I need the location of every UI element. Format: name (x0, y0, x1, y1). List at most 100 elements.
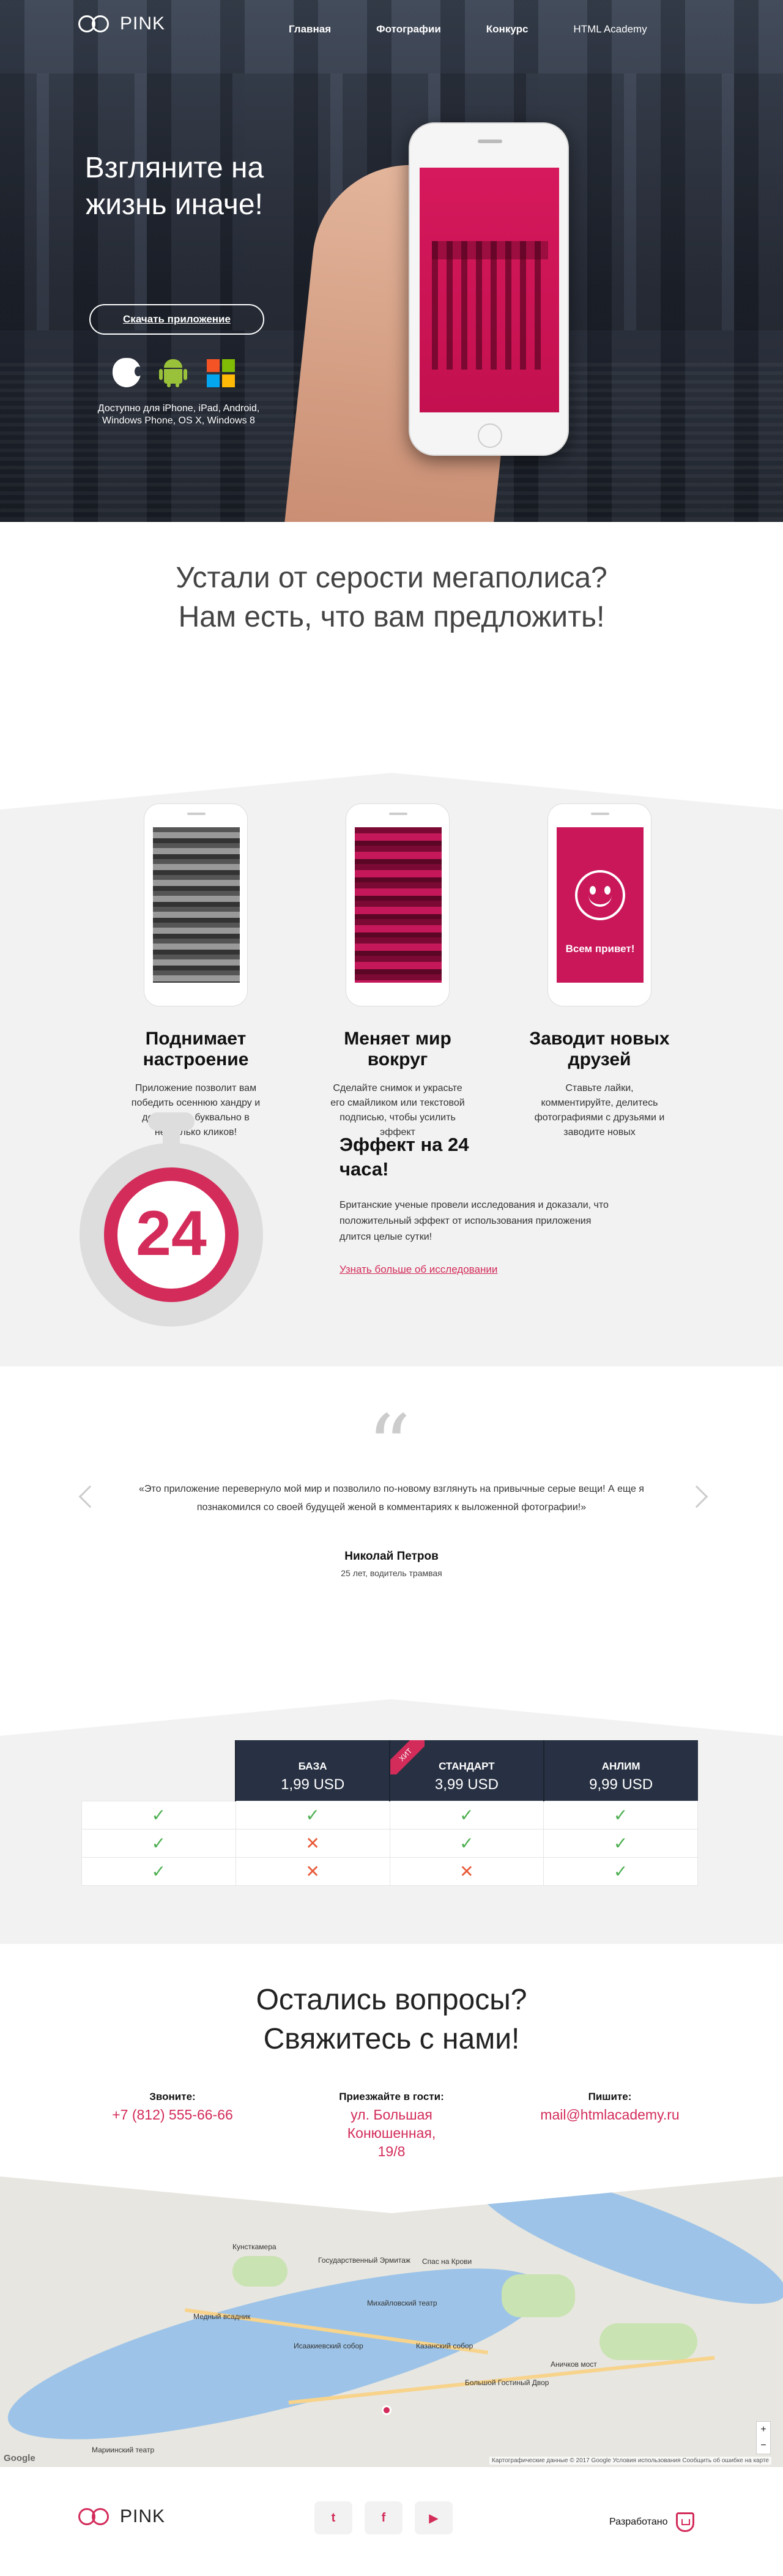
twitter-icon[interactable]: t (314, 2501, 352, 2534)
platform-icons (113, 358, 235, 387)
phone-link[interactable]: +7 (812) 555-66-66 (75, 2105, 270, 2124)
reviewer-name: Николай Петров (344, 1550, 439, 1563)
plan-name: АНЛИМ (601, 1760, 640, 1773)
promo-heading: Устали от серости мегаполиса? Нам есть, … (176, 562, 607, 633)
map-pin-icon[interactable] (382, 2405, 392, 2415)
apple-icon (113, 358, 142, 387)
html-academy-icon (676, 2512, 695, 2532)
cross-icon: ✕ (389, 1856, 544, 1886)
map-label: Медный всадник (193, 2312, 251, 2321)
stopwatch-icon: 24 (80, 1112, 263, 1327)
feature-title: Поднимает настроение (143, 1029, 249, 1070)
map-attribution[interactable]: Картографические данные © 2017 Google Ус… (489, 2457, 771, 2465)
contacts-heading: Остались вопросы? Свяжитесь с нами! (256, 1984, 527, 2055)
feature-title: Меняет мир вокруг (344, 1029, 451, 1070)
map-label: Кунсткамера (232, 2243, 276, 2251)
contact-label: Приезжайте в гости: (339, 2091, 444, 2102)
promo-section: Устали от серости мегаполиса? Нам есть, … (0, 522, 783, 773)
feature-text: Сделайте снимок и украсьте его смайликом… (330, 1083, 465, 1137)
zoom-control[interactable]: + − (756, 2421, 771, 2454)
address-text: ул. Большая Конюшенная, 19/8 (347, 2107, 436, 2159)
check-icon: ✓ (81, 1800, 236, 1830)
logo-text: PINK (120, 2506, 166, 2526)
map[interactable]: Кунсткамера Государственный Эрмитаж Спас… (0, 2176, 783, 2467)
prev-review-arrow-icon[interactable] (78, 1485, 102, 1508)
zoom-out-button[interactable]: − (757, 2438, 770, 2454)
android-icon (159, 358, 187, 387)
map-label: Государственный Эрмитаж (318, 2256, 410, 2265)
contacts-section: Остались вопросы? Свяжитесь с нами! Звон… (0, 1944, 783, 2176)
map-label: Исаакиевский собор (294, 2342, 363, 2350)
plan-unlim: АНЛИМ 9,99 USD (543, 1740, 698, 1801)
feature-title: Заводит новых друзей (529, 1029, 670, 1070)
facebook-icon[interactable]: f (365, 2501, 403, 2534)
pricing-table: БАЗА 1,99 USD ХИТ СТАНДАРТ 3,99 USD АНЛИМ 9… (81, 1740, 698, 1886)
plan-base: БАЗА 1,99 USD (235, 1740, 390, 1801)
research-link[interactable]: Узнать больше об исследовании (340, 1264, 621, 1276)
feature-world: Меняет мир вокруг Сделайте снимок и укра… (315, 773, 480, 1140)
hero-section: PINK Главная Фотографии Конкурс HTML Aca… (0, 0, 783, 522)
smiley-icon (575, 870, 625, 920)
cross-icon: ✕ (235, 1856, 390, 1886)
table-row: ✓ ✕ ✓ ✓ (81, 1828, 698, 1858)
quote-icon: “ (367, 1397, 411, 1497)
developer-credit[interactable]: Разработано (609, 2512, 695, 2532)
main-menu: Главная Фотографии Конкурс HTML Academy (289, 23, 692, 35)
feature-phone-image (346, 803, 450, 1007)
feature-mood: Поднимает настроение Приложение позволит… (113, 773, 278, 1140)
google-logo[interactable]: Google (4, 2453, 35, 2463)
hero-phone-image (409, 122, 569, 456)
contact-address: Приезжайте в гости: ул. Большая Конюшенн… (294, 2091, 489, 2161)
footer-logo[interactable]: PINK (78, 2506, 165, 2527)
plan-price: 3,99 USD (434, 1776, 499, 1793)
review-section: “ «Это приложение перевернуло мой мир и … (0, 1366, 783, 1699)
plan-price: 1,99 USD (281, 1776, 345, 1793)
next-review-arrow-icon[interactable] (685, 1485, 708, 1508)
glasses-logo-icon (78, 15, 114, 32)
feature-friends: Всем привет! Заводит новых друзей Ставьт… (517, 773, 682, 1140)
zoom-in-button[interactable]: + (757, 2422, 770, 2438)
contact-label: Звоните: (149, 2091, 196, 2102)
check-icon: ✓ (389, 1828, 544, 1858)
hit-badge: ХИТ (390, 1740, 425, 1774)
phone-screen-text: Всем привет! (565, 943, 635, 955)
pricing-section: БАЗА 1,99 USD ХИТ СТАНДАРТ 3,99 USD АНЛИМ 9… (0, 1699, 783, 1944)
email-link[interactable]: mail@htmlacademy.ru (512, 2105, 708, 2124)
contact-email: Пишите: mail@htmlacademy.ru (512, 2091, 708, 2124)
check-icon: ✓ (81, 1856, 236, 1886)
check-icon: ✓ (543, 1828, 698, 1858)
check-icon: ✓ (543, 1800, 698, 1830)
feature-phone-image: Всем привет! (547, 803, 651, 1007)
logo[interactable]: PINK (78, 13, 165, 34)
reviewer-role: 25 лет, водитель трамвая (341, 1568, 442, 1578)
glasses-logo-icon (78, 2508, 114, 2525)
review-text: «Это приложение перевернуло мой мир и по… (139, 1484, 644, 1513)
map-label: Казанский собор (416, 2342, 473, 2350)
features-section: Поднимает настроение Приложение позволит… (0, 773, 783, 1366)
windows-icon (206, 358, 235, 387)
youtube-icon[interactable]: ▶ (415, 2501, 453, 2534)
nav-item-photos[interactable]: Фотографии (376, 23, 441, 35)
effect-title: Эффект на 24 часа! (340, 1134, 469, 1180)
download-button[interactable]: Скачать приложение (89, 304, 264, 335)
nav-item-html-academy[interactable]: HTML Academy (573, 23, 647, 35)
table-row: ✓ ✓ ✓ ✓ (81, 1800, 698, 1830)
map-label: Михайловский театр (367, 2299, 437, 2307)
nav-item-contest[interactable]: Конкурс (486, 23, 529, 35)
contact-label: Пишите: (588, 2091, 632, 2102)
stopwatch-number: 24 (136, 1198, 207, 1269)
footer: PINK t f ▶ Разработано (0, 2467, 783, 2576)
plan-price: 9,99 USD (589, 1776, 653, 1793)
map-label: Аничков мост (551, 2360, 597, 2369)
top-navigation: PINK Главная Фотографии Конкурс HTML Aca… (0, 0, 783, 61)
nav-item-home[interactable]: Главная (289, 23, 331, 35)
social-links: t f ▶ (314, 2501, 453, 2534)
map-label: Спас на Крови (422, 2257, 472, 2266)
hero-title: Взгляните на жизнь иначе! (84, 152, 264, 221)
made-by-label: Разработано (609, 2517, 668, 2527)
check-icon: ✓ (235, 1800, 390, 1830)
check-icon: ✓ (81, 1828, 236, 1858)
effect-block: Эффект на 24 часа! Британские ученые про… (340, 1133, 621, 1276)
contact-phone: Звоните: +7 (812) 555-66-66 (75, 2091, 270, 2124)
logo-text: PINK (120, 13, 166, 34)
